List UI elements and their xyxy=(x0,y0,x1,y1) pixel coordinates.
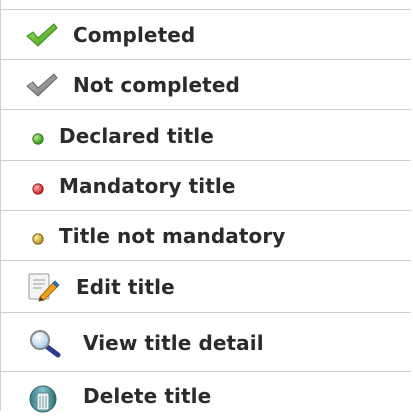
magnifier-icon xyxy=(27,328,63,358)
legend-label: Title not mandatory xyxy=(59,224,286,248)
grey-checkmark-icon xyxy=(25,72,59,98)
legend-label: Mandatory title xyxy=(59,174,236,198)
legend-label: Declared title xyxy=(59,123,214,148)
legend-item-view-title-detail: View title detail xyxy=(1,313,411,372)
legend-item-declared-title: Declared title xyxy=(1,110,411,161)
trash-bin-icon xyxy=(27,385,63,413)
legend-label: Completed xyxy=(73,23,196,47)
green-checkmark-icon xyxy=(25,22,59,48)
legend-label: View title detail xyxy=(83,330,264,355)
legend-label: Edit title xyxy=(76,275,175,299)
legend-item-title-not-mandatory: Title not mandatory xyxy=(1,211,411,261)
yellow-dot-icon xyxy=(32,230,44,245)
legend-item-completed: Completed xyxy=(1,10,411,60)
legend-item-not-completed: Not completed xyxy=(1,60,411,110)
legend-panel: Completed Not completed Declared title M… xyxy=(0,0,411,413)
green-dot-icon xyxy=(32,130,44,145)
legend-item-delete-title: Delete title xyxy=(1,372,411,413)
legend-item-edit-title: Edit title xyxy=(1,261,411,313)
legend-label: Not completed xyxy=(73,73,240,97)
legend-item-mandatory-title: Mandatory title xyxy=(1,161,411,211)
edit-document-icon xyxy=(26,271,60,303)
red-dot-icon xyxy=(32,180,44,195)
legend-label: Delete title xyxy=(83,383,212,408)
